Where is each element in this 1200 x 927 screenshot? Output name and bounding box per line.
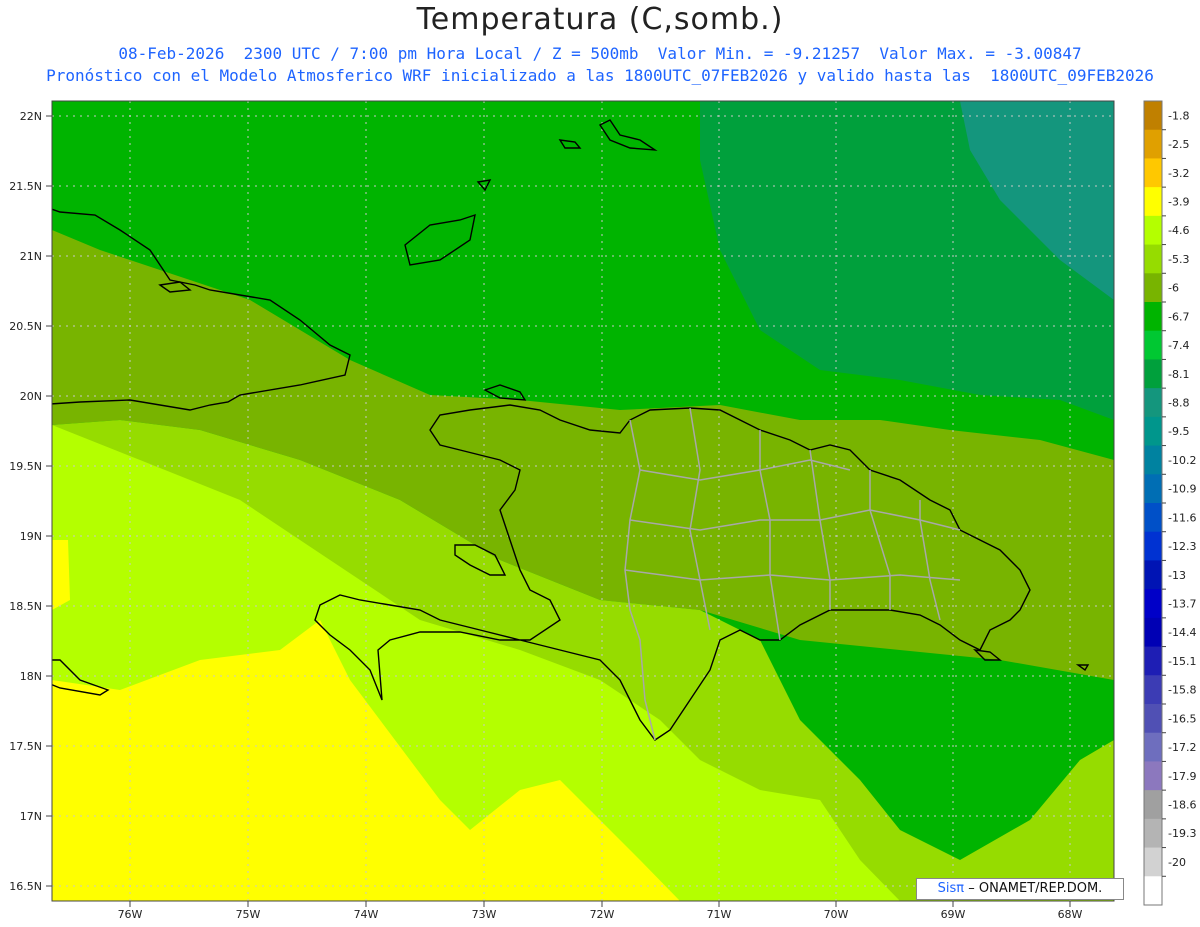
colorbar-swatch bbox=[1144, 646, 1162, 676]
colorbar-label: -6.7 bbox=[1168, 310, 1189, 323]
lat-label: 20.5N bbox=[9, 320, 42, 333]
colorbar-label: -14.4 bbox=[1168, 626, 1196, 639]
colorbar-label: -19.3 bbox=[1168, 827, 1196, 840]
colorbar-label: -3.2 bbox=[1168, 167, 1189, 180]
colorbar-swatch bbox=[1144, 531, 1162, 561]
colorbar-swatch bbox=[1144, 330, 1162, 360]
colorbar-label: -5.3 bbox=[1168, 253, 1189, 266]
lat-label: 18.5N bbox=[9, 600, 42, 613]
colorbar-label: -16.5 bbox=[1168, 712, 1196, 725]
colorbar-swatch bbox=[1144, 215, 1162, 246]
temperature-field bbox=[52, 101, 1114, 901]
colorbar-swatch bbox=[1144, 187, 1162, 217]
lat-label: 17.5N bbox=[9, 740, 42, 753]
colorbar-swatch bbox=[1144, 101, 1162, 131]
credit-box: Sisπ – ONAMET/REP.DOM. bbox=[916, 878, 1124, 900]
colorbar-label: -17.9 bbox=[1168, 770, 1196, 783]
colorbar-swatch bbox=[1144, 273, 1162, 303]
colorbar-swatch bbox=[1144, 416, 1162, 447]
lat-label: 18N bbox=[20, 670, 42, 683]
colorbar-label: -20 bbox=[1168, 856, 1186, 869]
colorbar-label: -18.6 bbox=[1168, 799, 1196, 812]
lon-label: 69W bbox=[941, 908, 966, 921]
colorbar-label: -10.9 bbox=[1168, 483, 1196, 496]
colorbar-swatch bbox=[1144, 675, 1162, 705]
lat-label: 21.5N bbox=[9, 180, 42, 193]
colorbar-swatch bbox=[1144, 589, 1162, 619]
lat-label: 17N bbox=[20, 810, 42, 823]
colorbar-swatch bbox=[1144, 302, 1162, 332]
colorbar-swatch bbox=[1144, 158, 1162, 188]
colorbar-label: -7.4 bbox=[1168, 339, 1189, 352]
colorbar-label: -11.6 bbox=[1168, 511, 1196, 524]
colorbar-label: -8.1 bbox=[1168, 368, 1189, 381]
colorbar-label: -12.3 bbox=[1168, 540, 1196, 553]
colorbar-swatch bbox=[1144, 790, 1162, 820]
colorbar-label: -2.5 bbox=[1168, 138, 1189, 151]
lon-label: 68W bbox=[1058, 908, 1083, 921]
colorbar-label: -13.7 bbox=[1168, 598, 1196, 611]
colorbar-label: -15.1 bbox=[1168, 655, 1196, 668]
lat-label: 19.5N bbox=[9, 460, 42, 473]
colorbar-swatch bbox=[1144, 388, 1162, 418]
lat-label: 21N bbox=[20, 250, 42, 263]
temperature-map: 22N 21.5N 21N 20.5N 20N 19.5N 19N 18.5N … bbox=[9, 100, 1196, 921]
colorbar-swatch bbox=[1144, 445, 1162, 475]
lat-label: 22N bbox=[20, 110, 42, 123]
longitude-labels: 76W 75W 74W 73W 72W 71W 70W 69W 68W bbox=[118, 908, 1083, 921]
latitude-labels: 22N 21.5N 21N 20.5N 20N 19.5N 19N 18.5N … bbox=[9, 110, 42, 893]
colorbar-label: -3.9 bbox=[1168, 196, 1189, 209]
lat-label: 16.5N bbox=[9, 880, 42, 893]
colorbar-swatch bbox=[1144, 244, 1162, 274]
colorbar-label: -6 bbox=[1168, 282, 1179, 295]
lon-label: 70W bbox=[824, 908, 849, 921]
colorbar-swatch bbox=[1144, 732, 1162, 762]
colorbar-swatch bbox=[1144, 876, 1162, 906]
lat-label: 20N bbox=[20, 390, 42, 403]
colorbar-swatch bbox=[1144, 617, 1162, 648]
credit-text: – ONAMET/REP.DOM. bbox=[968, 881, 1103, 896]
colorbar-label: -17.2 bbox=[1168, 741, 1196, 754]
colorbar-swatch bbox=[1144, 818, 1162, 849]
colorbar-swatch bbox=[1144, 474, 1162, 504]
lon-label: 76W bbox=[118, 908, 143, 921]
lon-label: 71W bbox=[707, 908, 732, 921]
colorbar-label: -10.2 bbox=[1168, 454, 1196, 467]
colorbar-label: -1.8 bbox=[1168, 109, 1189, 122]
lat-label: 19N bbox=[20, 530, 42, 543]
colorbar-label: -8.8 bbox=[1168, 397, 1189, 410]
colorbar-swatch bbox=[1144, 359, 1162, 389]
colorbar-swatch bbox=[1144, 704, 1162, 734]
colorbar-label: -9.5 bbox=[1168, 425, 1189, 438]
sispi-logo: Sisπ bbox=[937, 881, 965, 896]
lon-label: 74W bbox=[354, 908, 379, 921]
colorbar-label: -15.8 bbox=[1168, 684, 1196, 697]
colorbar-swatch bbox=[1144, 560, 1162, 590]
colorbar-label: -4.6 bbox=[1168, 224, 1189, 237]
lon-label: 75W bbox=[236, 908, 261, 921]
lon-label: 73W bbox=[472, 908, 497, 921]
colorbar-swatch bbox=[1144, 847, 1162, 877]
colorbar: -1.8 -2.5 -3.2 -3.9 -4.6 -5.3 -6 -6.7 -7.4 -8.1 -8… bbox=[1143, 100, 1196, 906]
colorbar-swatch bbox=[1144, 503, 1162, 533]
lon-label: 72W bbox=[590, 908, 615, 921]
colorbar-swatch bbox=[1144, 129, 1162, 159]
colorbar-label: -13 bbox=[1168, 569, 1186, 582]
colorbar-swatch bbox=[1144, 761, 1162, 791]
